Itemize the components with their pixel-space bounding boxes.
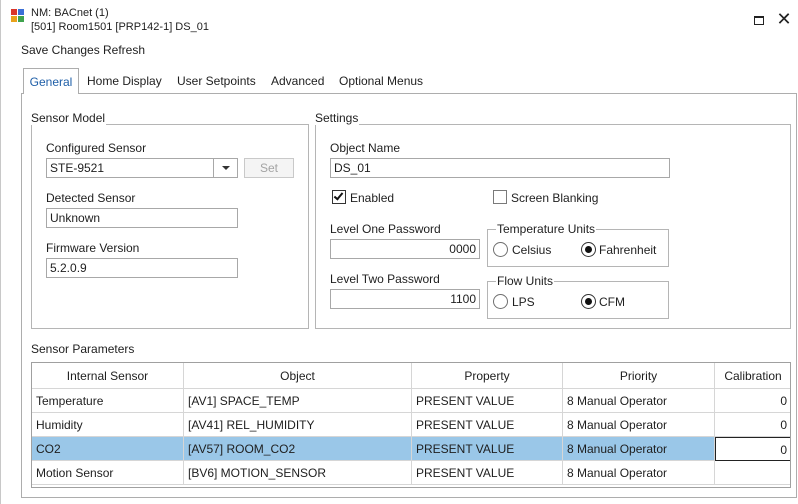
bacnet-window: NM: BACnet (1) [501] Room1501 [PRP142-1]… bbox=[0, 0, 798, 504]
tab-home-display[interactable]: Home Display bbox=[87, 71, 162, 93]
set-button[interactable]: Set bbox=[244, 158, 294, 178]
table-row[interactable]: Humidity [AV41] REL_HUMIDITY PRESENT VAL… bbox=[32, 413, 790, 437]
fahrenheit-radio[interactable] bbox=[581, 242, 596, 257]
menu-bar: Save Changes Refresh bbox=[1, 40, 798, 60]
fahrenheit-label: Fahrenheit bbox=[599, 243, 657, 257]
close-button[interactable]: ✕ bbox=[774, 10, 794, 30]
column-header-calibration[interactable]: Calibration bbox=[715, 363, 790, 389]
cell-priority[interactable]: 8 Manual Operator bbox=[563, 413, 715, 437]
cell-object[interactable]: [AV1] SPACE_TEMP bbox=[184, 389, 412, 413]
object-name-field[interactable]: DS_01 bbox=[330, 158, 670, 178]
menu-refresh[interactable]: Refresh bbox=[103, 43, 145, 57]
column-header-property[interactable]: Property bbox=[412, 363, 563, 389]
configured-sensor-value: STE-9521 bbox=[50, 161, 105, 175]
chevron-down-icon bbox=[221, 166, 230, 170]
cfm-label: CFM bbox=[599, 295, 625, 309]
cell-calibration-focused[interactable]: 0 bbox=[715, 437, 790, 461]
table-row[interactable]: Temperature [AV1] SPACE_TEMP PRESENT VAL… bbox=[32, 389, 790, 413]
table-row[interactable]: Motion Sensor [BV6] MOTION_SENSOR PRESEN… bbox=[32, 461, 790, 485]
dropdown-arrow-button[interactable] bbox=[213, 159, 237, 177]
tab-advanced[interactable]: Advanced bbox=[271, 71, 324, 93]
configured-sensor-dropdown[interactable]: STE-9521 bbox=[46, 158, 238, 178]
cell-priority[interactable]: 8 Manual Operator bbox=[563, 389, 715, 413]
cell-property[interactable]: PRESENT VALUE bbox=[412, 437, 563, 461]
window-title: NM: BACnet (1) bbox=[31, 7, 109, 19]
detected-sensor-label: Detected Sensor bbox=[46, 191, 136, 205]
cell-calibration[interactable]: 0 bbox=[715, 413, 790, 437]
celsius-radio[interactable] bbox=[493, 242, 508, 257]
firmware-version-field[interactable]: 5.2.0.9 bbox=[46, 258, 238, 278]
cell-internal-sensor[interactable]: Temperature bbox=[32, 389, 184, 413]
cfm-radio[interactable] bbox=[581, 294, 596, 309]
level-one-password-label: Level One Password bbox=[330, 222, 441, 236]
radio-selected-dot bbox=[585, 246, 592, 253]
maximize-button[interactable] bbox=[749, 10, 769, 30]
close-icon: ✕ bbox=[776, 9, 792, 30]
firmware-version-label: Firmware Version bbox=[46, 241, 140, 255]
cell-object[interactable]: [AV57] ROOM_CO2 bbox=[184, 437, 412, 461]
cell-internal-sensor[interactable]: Humidity bbox=[32, 413, 184, 437]
title-bar: NM: BACnet (1) [501] Room1501 [PRP142-1]… bbox=[1, 0, 798, 40]
network-device-icon bbox=[11, 9, 25, 23]
cell-object[interactable]: [AV41] REL_HUMIDITY bbox=[184, 413, 412, 437]
column-header-object[interactable]: Object bbox=[184, 363, 412, 389]
level-two-password-field[interactable]: 1100 bbox=[330, 289, 480, 309]
cell-calibration[interactable] bbox=[715, 461, 790, 485]
radio-selected-dot bbox=[585, 298, 592, 305]
celsius-label: Celsius bbox=[512, 243, 552, 257]
cell-internal-sensor[interactable]: Motion Sensor bbox=[32, 461, 184, 485]
column-header-priority[interactable]: Priority bbox=[563, 363, 715, 389]
configured-sensor-label: Configured Sensor bbox=[46, 141, 147, 155]
tab-optional-menus[interactable]: Optional Menus bbox=[339, 71, 423, 93]
cell-property[interactable]: PRESENT VALUE bbox=[412, 389, 563, 413]
menu-save-changes[interactable]: Save Changes bbox=[21, 43, 100, 57]
screen-blanking-label: Screen Blanking bbox=[511, 191, 599, 205]
column-header-internal-sensor[interactable]: Internal Sensor bbox=[32, 363, 184, 389]
cell-property[interactable]: PRESENT VALUE bbox=[412, 413, 563, 437]
lps-radio[interactable] bbox=[493, 294, 508, 309]
object-name-label: Object Name bbox=[330, 141, 401, 155]
sensor-parameters-title: Sensor Parameters bbox=[31, 342, 135, 356]
settings-title: Settings bbox=[314, 111, 360, 125]
tab-user-setpoints[interactable]: User Setpoints bbox=[177, 71, 256, 93]
lps-label: LPS bbox=[512, 295, 535, 309]
sensor-model-title: Sensor Model bbox=[30, 111, 107, 125]
tab-general[interactable]: General bbox=[23, 68, 79, 94]
level-two-password-label: Level Two Password bbox=[330, 272, 440, 286]
sensor-parameters-grid: Internal Sensor Object Property Priority… bbox=[31, 362, 791, 488]
cell-object[interactable]: [BV6] MOTION_SENSOR bbox=[184, 461, 412, 485]
screen-blanking-checkbox[interactable] bbox=[493, 190, 507, 204]
cell-calibration[interactable]: 0 bbox=[715, 389, 790, 413]
cell-property[interactable]: PRESENT VALUE bbox=[412, 461, 563, 485]
cell-internal-sensor[interactable]: CO2 bbox=[32, 437, 184, 461]
level-one-password-field[interactable]: 0000 bbox=[330, 239, 480, 259]
checkmark-icon bbox=[333, 190, 344, 201]
enabled-checkbox[interactable] bbox=[332, 190, 346, 204]
cell-priority[interactable]: 8 Manual Operator bbox=[563, 461, 715, 485]
enabled-label: Enabled bbox=[350, 191, 395, 205]
grid-header-row: Internal Sensor Object Property Priority… bbox=[32, 363, 790, 389]
flow-units-title: Flow Units bbox=[496, 274, 555, 288]
detected-sensor-field[interactable]: Unknown bbox=[46, 208, 238, 228]
cell-priority[interactable]: 8 Manual Operator bbox=[563, 437, 715, 461]
window-subtitle: [501] Room1501 [PRP142-1] DS_01 bbox=[31, 21, 209, 33]
temperature-units-title: Temperature Units bbox=[496, 222, 597, 236]
maximize-icon bbox=[754, 15, 764, 25]
table-row-selected[interactable]: CO2 [AV57] ROOM_CO2 PRESENT VALUE 8 Manu… bbox=[32, 437, 790, 461]
